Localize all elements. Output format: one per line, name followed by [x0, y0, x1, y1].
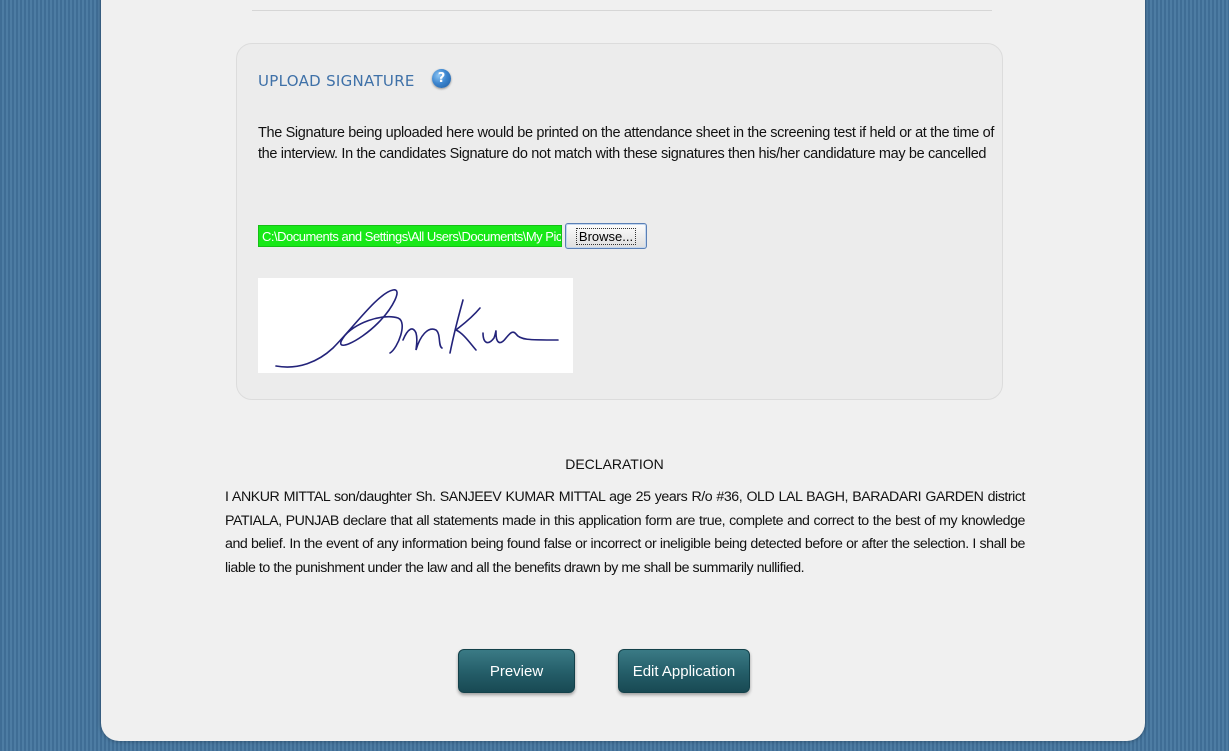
- upload-signature-title: UPLOAD SIGNATURE: [258, 72, 415, 90]
- preview-button[interactable]: Preview: [458, 649, 575, 693]
- edit-application-button[interactable]: Edit Application: [618, 649, 750, 693]
- section-divider: [252, 10, 992, 11]
- signature-file-input[interactable]: C:\Documents and Settings\All Users\Docu…: [258, 225, 562, 247]
- declaration-text: I ANKUR MITTAL son/daughter Sh. SANJEEV …: [225, 489, 1025, 576]
- signature-description: The Signature being uploaded here would …: [258, 125, 994, 162]
- help-icon[interactable]: ?: [432, 69, 451, 88]
- signature-drawing: [275, 289, 559, 368]
- browse-button[interactable]: Browse...: [565, 223, 647, 249]
- signature-preview-image: [258, 278, 573, 373]
- browse-button-label: Browse...: [575, 227, 637, 245]
- declaration-title: DECLARATION: [565, 456, 664, 472]
